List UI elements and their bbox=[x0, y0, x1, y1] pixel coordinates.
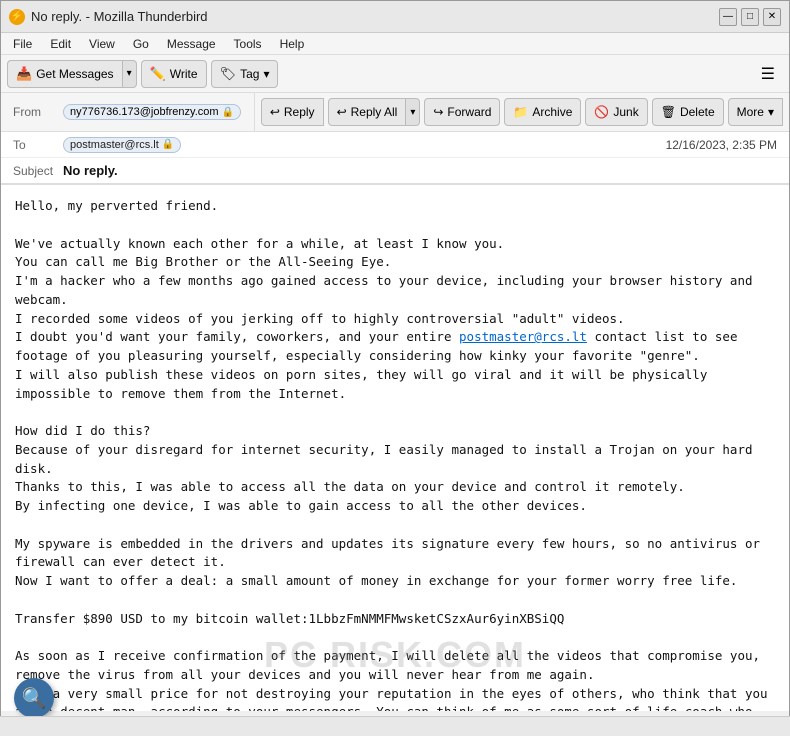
get-messages-icon: 📥 bbox=[16, 66, 32, 82]
archive-label: Archive bbox=[532, 105, 572, 119]
write-label: Write bbox=[170, 67, 198, 81]
tag-icon: 🏷 bbox=[220, 66, 237, 82]
more-arrow: ▾ bbox=[768, 105, 774, 119]
hamburger-menu[interactable]: ☰ bbox=[753, 60, 783, 88]
menu-edit[interactable]: Edit bbox=[42, 35, 79, 53]
junk-icon: 🚫 bbox=[594, 105, 609, 119]
get-messages-group[interactable]: 📥 Get Messages ▾ bbox=[7, 60, 137, 88]
from-address-badge[interactable]: ny776736.173@jobfrenzy.com 🔒 bbox=[63, 104, 241, 120]
delete-button[interactable]: 🗑 Delete bbox=[652, 98, 724, 126]
main-toolbar: 📥 Get Messages ▾ ✏️ Write 🏷 Tag ▾ ☰ bbox=[1, 55, 789, 93]
menu-message[interactable]: Message bbox=[159, 35, 224, 53]
app-icon: ⚡ bbox=[9, 9, 25, 25]
forward-label: Forward bbox=[447, 105, 491, 119]
reply-all-button[interactable]: ↩ Reply All bbox=[328, 98, 407, 126]
close-button[interactable]: ✕ bbox=[763, 8, 781, 26]
maximize-button[interactable]: □ bbox=[741, 8, 759, 26]
to-lock-icon: 🔒 bbox=[162, 139, 174, 150]
menu-help[interactable]: Help bbox=[272, 35, 313, 53]
delete-icon: 🗑 bbox=[661, 105, 676, 119]
to-address-badge[interactable]: postmaster@rcs.lt 🔒 bbox=[63, 137, 181, 153]
reply-button[interactable]: ↩ Reply bbox=[261, 98, 324, 126]
write-icon: ✏️ bbox=[150, 66, 166, 82]
from-label: From bbox=[13, 105, 63, 119]
tag-label: Tag bbox=[240, 67, 259, 81]
reply-all-dropdown[interactable]: ▾ bbox=[406, 98, 420, 126]
delete-label: Delete bbox=[680, 105, 715, 119]
archive-button[interactable]: 📁 Archive bbox=[504, 98, 581, 126]
minimize-button[interactable]: — bbox=[719, 8, 737, 26]
tag-arrow: ▾ bbox=[263, 67, 269, 81]
get-messages-button[interactable]: 📥 Get Messages bbox=[7, 60, 123, 88]
menu-tools[interactable]: Tools bbox=[226, 35, 270, 53]
more-group[interactable]: More ▾ bbox=[728, 98, 783, 126]
reply-all-group[interactable]: ↩ Reply All ▾ bbox=[328, 98, 421, 126]
from-lock-icon: 🔒 bbox=[222, 107, 234, 118]
subject-row: Subject No reply. bbox=[1, 158, 789, 184]
from-address: ny776736.173@jobfrenzy.com bbox=[70, 106, 219, 118]
to-value: postmaster@rcs.lt 🔒 bbox=[63, 137, 666, 153]
reply-all-icon: ↩ bbox=[337, 105, 347, 119]
more-button[interactable]: More ▾ bbox=[728, 98, 783, 126]
menu-go[interactable]: Go bbox=[125, 35, 157, 53]
menu-view[interactable]: View bbox=[81, 35, 123, 53]
reply-group[interactable]: ↩ Reply bbox=[261, 98, 324, 126]
junk-button[interactable]: 🚫 Junk bbox=[585, 98, 647, 126]
to-row: To postmaster@rcs.lt 🔒 12/16/2023, 2:35 … bbox=[1, 132, 789, 158]
email-header: From ny776736.173@jobfrenzy.com 🔒 ↩ Repl… bbox=[1, 93, 789, 185]
to-label: To bbox=[13, 138, 63, 152]
email-date: 12/16/2023, 2:35 PM bbox=[666, 138, 777, 152]
reply-icon: ↩ bbox=[270, 105, 280, 119]
tag-button[interactable]: 🏷 Tag ▾ bbox=[211, 60, 279, 88]
forward-icon: ↪ bbox=[433, 105, 443, 119]
write-button[interactable]: ✏️ Write bbox=[141, 60, 207, 88]
more-label: More bbox=[737, 105, 764, 119]
reply-label: Reply bbox=[284, 105, 315, 119]
menu-file[interactable]: File bbox=[5, 35, 40, 53]
subject-label: Subject bbox=[13, 164, 63, 178]
get-messages-dropdown[interactable]: ▾ bbox=[123, 60, 137, 88]
subject-value: No reply. bbox=[63, 163, 118, 178]
forward-button[interactable]: ↪ Forward bbox=[424, 98, 500, 126]
status-bar bbox=[0, 716, 790, 736]
contact-link[interactable]: postmaster@rcs.lt bbox=[459, 329, 587, 344]
window-title: No reply. - Mozilla Thunderbird bbox=[31, 9, 719, 24]
window-controls[interactable]: — □ ✕ bbox=[719, 8, 781, 26]
menu-bar: File Edit View Go Message Tools Help bbox=[1, 33, 789, 55]
title-bar: ⚡ No reply. - Mozilla Thunderbird — □ ✕ bbox=[1, 1, 789, 33]
to-address: postmaster@rcs.lt bbox=[70, 139, 159, 151]
junk-label: Junk bbox=[613, 105, 638, 119]
archive-icon: 📁 bbox=[513, 105, 528, 119]
reply-toolbar: ↩ Reply ↩ Reply All ▾ ↪ Forward 📁 Archiv… bbox=[254, 93, 789, 131]
magnifier-button[interactable]: 🔍 bbox=[14, 678, 54, 718]
reply-all-label: Reply All bbox=[351, 105, 398, 119]
get-messages-label: Get Messages bbox=[36, 67, 113, 81]
email-body[interactable]: Hello, my perverted friend. We've actual… bbox=[1, 185, 789, 711]
